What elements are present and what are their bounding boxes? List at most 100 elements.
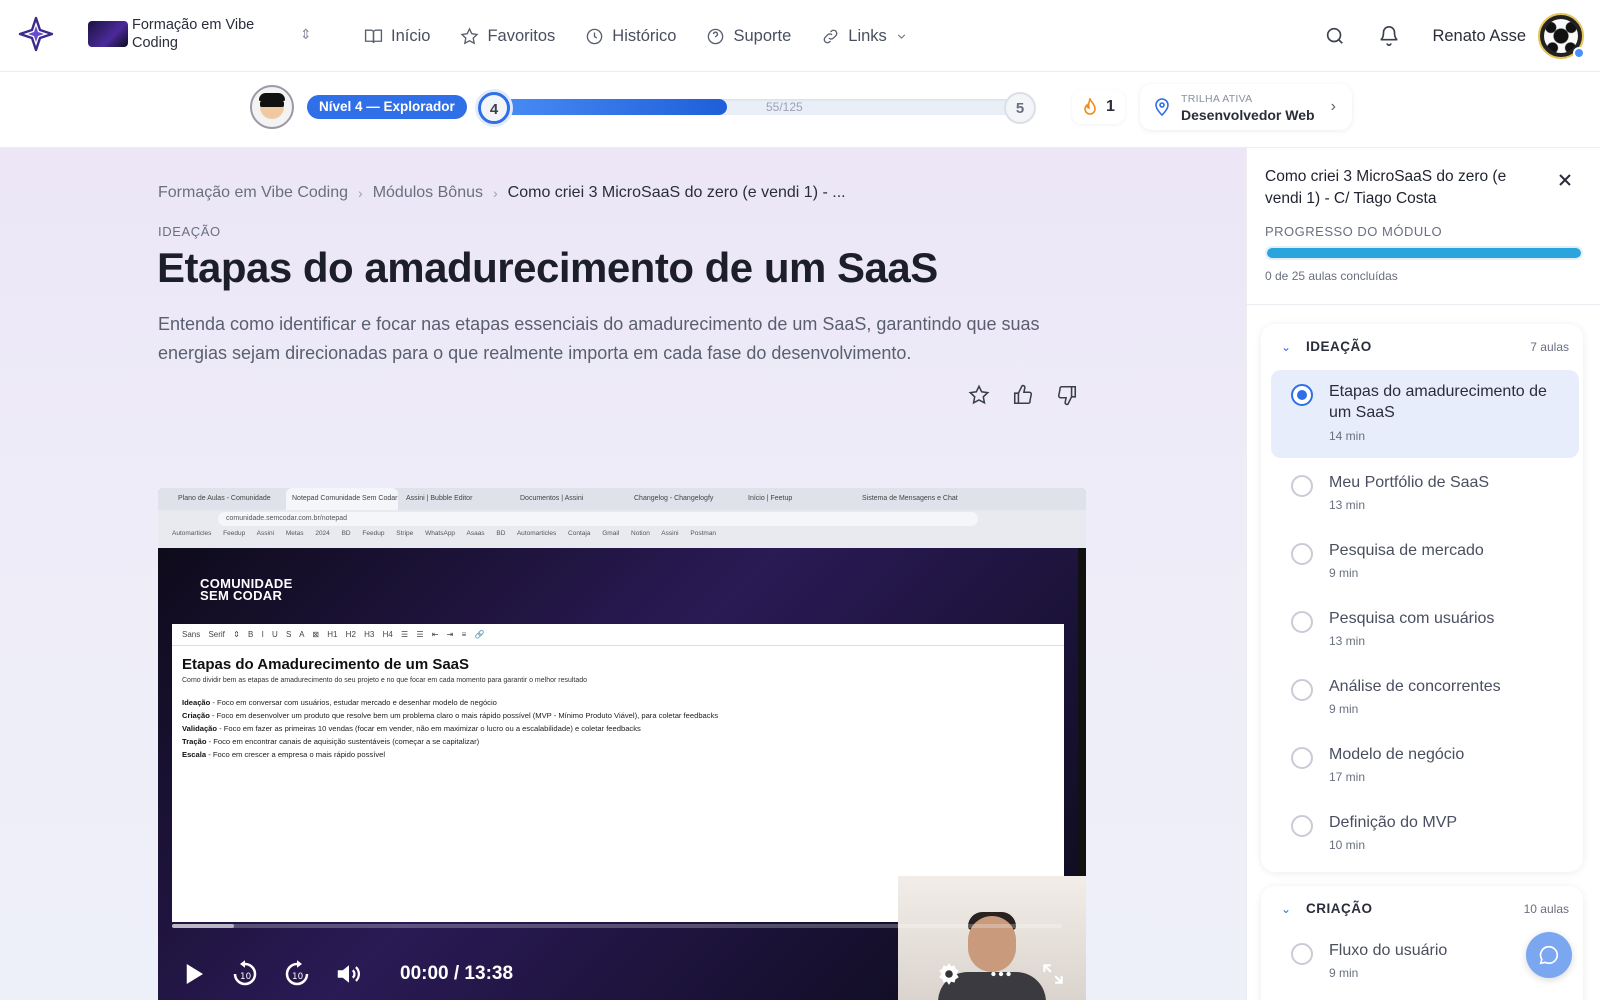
nav-link-suporte[interactable]: Suporte bbox=[706, 27, 791, 46]
search-icon bbox=[1327, 27, 1344, 44]
search-button[interactable] bbox=[1324, 25, 1346, 47]
lesson-actions bbox=[968, 384, 1078, 406]
video-player[interactable]: Plano de Aulas - Comunidade Notepad Comu… bbox=[158, 488, 1086, 1000]
forward-10-icon[interactable]: 10 bbox=[282, 959, 312, 989]
chevron-right-icon: › bbox=[493, 185, 498, 201]
lesson-group-ideacao: ⌄ IDEAÇÃO 7 aulas Etapas do amadurecimen… bbox=[1261, 324, 1583, 872]
lesson-item[interactable]: Pesquisa com usuários 13 min bbox=[1271, 600, 1579, 662]
breadcrumb-item-module[interactable]: Módulos Bônus bbox=[373, 184, 483, 202]
nav-link-label: Histórico bbox=[612, 26, 677, 45]
lesson-group-title: IDEAÇÃO bbox=[1306, 339, 1372, 354]
trail-value: Desenvolvedor Web bbox=[1181, 107, 1315, 123]
module-progress-count: 0 de 25 aulas concluídas bbox=[1265, 269, 1398, 283]
clock-icon bbox=[586, 28, 603, 44]
close-sidebar-button[interactable] bbox=[1557, 172, 1573, 188]
lesson-duration: 17 min bbox=[1329, 770, 1366, 784]
lesson-content: Formação em Vibe Coding › Módulos Bônus … bbox=[0, 148, 1246, 1000]
doc-line-key: Tração bbox=[182, 737, 207, 746]
lesson-status-radio bbox=[1291, 747, 1313, 769]
current-level: 4 bbox=[478, 92, 510, 124]
doc-line-text: - Foco em fazer as primeiras 10 vendas (… bbox=[217, 724, 641, 733]
video-screen-browser-chrome: Plano de Aulas - Comunidade Notepad Comu… bbox=[158, 488, 1086, 548]
help-circle-icon bbox=[708, 28, 724, 44]
doc-line-key: Validação bbox=[182, 724, 218, 733]
lesson-duration: 9 min bbox=[1329, 566, 1359, 580]
user-menu[interactable]: Renato Asse bbox=[1432, 13, 1585, 59]
doc-line-text: - Foco em crescer a empresa o mais rápid… bbox=[206, 750, 386, 759]
play-icon[interactable] bbox=[178, 959, 208, 989]
doc-line-text: - Foco em encontrar canais de aquisição … bbox=[206, 737, 480, 746]
nav-link-label: Links bbox=[848, 26, 887, 45]
lesson-status-radio bbox=[1291, 384, 1313, 406]
lesson-status-radio bbox=[1291, 815, 1313, 837]
chat-bubble-icon bbox=[1539, 945, 1558, 965]
lesson-title: Pesquisa de mercado bbox=[1329, 542, 1484, 559]
breadcrumb-item-current: Como criei 3 MicroSaaS do zero (e vendi … bbox=[507, 184, 846, 201]
xp-progress-fill bbox=[496, 99, 727, 115]
lesson-title: Etapas do amadurecimento de um SaaS bbox=[1329, 383, 1547, 421]
lesson-group-count: 7 aulas bbox=[1530, 340, 1569, 354]
thumbs-down-icon[interactable] bbox=[1056, 384, 1078, 406]
map-pin-icon bbox=[1155, 98, 1169, 116]
module-progress-label: PROGRESSO DO MÓDULO bbox=[1265, 224, 1443, 239]
breadcrumb: Formação em Vibe Coding › Módulos Bônus … bbox=[158, 184, 846, 202]
favorite-star-icon[interactable] bbox=[968, 384, 990, 406]
video-doc-title: Etapas do Amadurecimento de um SaaS bbox=[182, 656, 470, 673]
chevron-down-icon: ⌄ bbox=[1281, 340, 1292, 354]
course-thumbnail bbox=[88, 21, 128, 47]
breadcrumb-item-course[interactable]: Formação em Vibe Coding bbox=[158, 184, 348, 202]
lesson-group-count: 10 aulas bbox=[1523, 902, 1569, 916]
nav-link-inicio[interactable]: Início bbox=[364, 27, 430, 46]
app-logo-icon[interactable] bbox=[18, 16, 54, 52]
lesson-group-header[interactable]: ⌄ CRIAÇÃO 10 aulas bbox=[1261, 886, 1583, 932]
video-url: comunidade.semcodar.com.br/notepad bbox=[218, 512, 978, 526]
video-progress-bar[interactable] bbox=[172, 924, 1062, 928]
video-doc-subtitle: Como dividir bem as etapas de amadurecim… bbox=[182, 677, 588, 684]
doc-line-key: Escala bbox=[182, 750, 207, 759]
lesson-item[interactable]: Pesquisa de mercado 9 min bbox=[1271, 532, 1579, 594]
top-navbar: Formação em Vibe Coding ⇕ Início Favorit… bbox=[0, 0, 1600, 72]
fullscreen-icon[interactable] bbox=[1040, 961, 1066, 987]
lesson-status-radio bbox=[1291, 679, 1313, 701]
rewind-10-icon[interactable]: 10 bbox=[230, 959, 260, 989]
nav-link-links[interactable]: Links bbox=[821, 27, 908, 46]
module-title: Como criei 3 MicroSaaS do zero (e vendi … bbox=[1265, 168, 1507, 207]
video-brand-logo: COMUNIDADE SEM CODAR bbox=[200, 576, 293, 603]
settings-gear-icon[interactable] bbox=[936, 961, 962, 987]
bell-icon bbox=[1380, 26, 1399, 46]
xp-progress: 55/125 4 5 bbox=[478, 92, 1038, 124]
lesson-title: Modelo de negócio bbox=[1329, 746, 1465, 763]
lesson-group-header[interactable]: ⌄ IDEAÇÃO 7 aulas bbox=[1261, 324, 1583, 370]
nav-link-favoritos[interactable]: Favoritos bbox=[460, 27, 555, 46]
star-icon bbox=[460, 26, 479, 44]
lesson-duration: 14 min bbox=[1329, 429, 1366, 443]
level-bar: Nível 4 — Explorador 55/125 4 5 1 TRILHA… bbox=[0, 72, 1600, 148]
lesson-item[interactable]: Análise de concorrentes 9 min bbox=[1271, 668, 1579, 730]
thumbs-up-icon[interactable] bbox=[1012, 384, 1034, 406]
nav-link-historico[interactable]: Histórico bbox=[585, 27, 676, 46]
lesson-item[interactable]: Definição do MVP 10 min bbox=[1271, 804, 1579, 866]
book-icon bbox=[364, 28, 383, 43]
lesson-item[interactable]: Meu Portfólio de SaaS 13 min bbox=[1271, 464, 1579, 526]
lesson-status-radio bbox=[1291, 475, 1313, 497]
user-level-avatar bbox=[250, 85, 294, 129]
lesson-description: Entenda como identificar e focar nas eta… bbox=[158, 314, 1040, 363]
nav-link-label: Suporte bbox=[733, 26, 792, 45]
volume-icon[interactable] bbox=[334, 959, 364, 989]
lesson-duration: 13 min bbox=[1329, 634, 1366, 648]
active-trail-card[interactable]: TRILHA ATIVA Desenvolvedor Web › bbox=[1140, 84, 1352, 130]
chevron-down-icon: ⌄ bbox=[1281, 902, 1292, 916]
module-progress-fill bbox=[1267, 248, 1581, 258]
lesson-item[interactable]: Etapas do amadurecimento de um SaaS 14 m… bbox=[1271, 370, 1579, 458]
lesson-item[interactable]: Modelo de negócio 17 min bbox=[1271, 736, 1579, 798]
course-switcher[interactable]: Formação em Vibe Coding ⇕ bbox=[88, 16, 312, 52]
notifications-button[interactable] bbox=[1378, 25, 1400, 47]
doc-line-text: - Foco em desenvolver um produto que res… bbox=[209, 711, 719, 720]
link-icon bbox=[823, 29, 838, 43]
streak-counter[interactable]: 1 bbox=[1072, 90, 1125, 124]
chat-button[interactable] bbox=[1526, 932, 1572, 978]
svg-text:10: 10 bbox=[240, 972, 251, 982]
nav-link-label: Favoritos bbox=[487, 26, 556, 45]
more-options-icon[interactable] bbox=[988, 961, 1014, 987]
trail-label: TRILHA ATIVA bbox=[1181, 93, 1253, 105]
